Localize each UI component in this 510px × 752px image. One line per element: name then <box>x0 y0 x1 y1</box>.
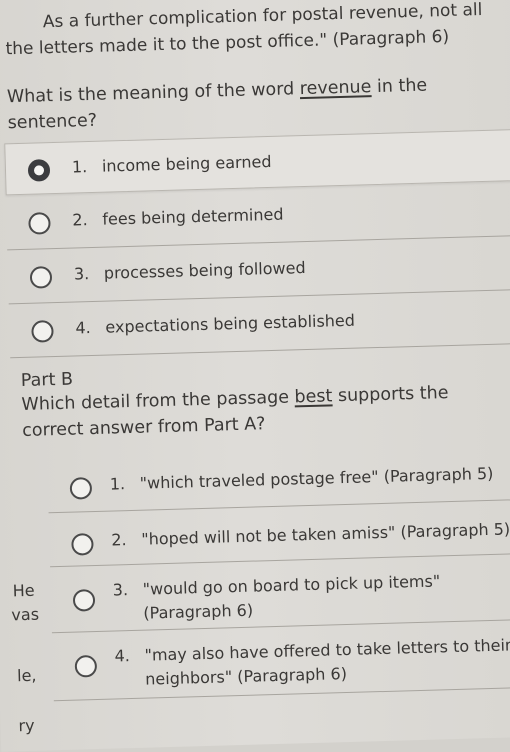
option-label: expectations being established <box>105 310 356 337</box>
part-a-question-post: in the <box>371 75 428 98</box>
option-number: 4. <box>114 646 131 666</box>
option-number: 3. <box>73 264 90 284</box>
part-a-question-line-2: sentence? <box>7 110 98 134</box>
option-label: "which traveled postage free" (Paragraph… <box>139 463 494 493</box>
radio-selected-icon[interactable] <box>27 159 51 182</box>
option-label-line-2: (Paragraph 6) <box>143 600 254 623</box>
part-a-question-pre: What is the meaning of the word <box>6 79 301 108</box>
part-b-option-3[interactable]: 3. "would go on board to pick up items" … <box>50 555 510 631</box>
intro-line-2: the letters made it to the post office."… <box>5 26 450 60</box>
part-b-option-4[interactable]: 4. "may also have offered to take letter… <box>52 621 510 699</box>
option-number: 4. <box>75 318 91 338</box>
radio-icon[interactable] <box>31 320 54 343</box>
part-b-question-pre: Which detail from the passage <box>21 387 295 415</box>
option-number: 2. <box>111 530 127 550</box>
part-b-question-line-2: correct answer from Part A? <box>21 414 266 441</box>
margin-fragment: He <box>12 580 35 601</box>
worksheet-page: As a further complication for postal rev… <box>0 0 510 752</box>
radio-icon[interactable] <box>71 533 94 556</box>
option-label-line-2: neighbors" (Paragraph 6) <box>144 664 348 689</box>
part-a-question-keyword: revenue <box>299 77 372 100</box>
option-number: 2. <box>72 210 88 230</box>
option-label: "hoped will not be taken amiss" (Paragra… <box>141 519 510 549</box>
margin-fragment: le, <box>16 665 37 686</box>
part-b-question-post: supports the <box>332 383 449 407</box>
radio-icon[interactable] <box>74 655 98 678</box>
option-number: 3. <box>112 580 129 600</box>
part-b-question-line-1: Which detail from the passage best suppo… <box>21 383 449 415</box>
option-label: income being earned <box>101 151 272 176</box>
radio-icon[interactable] <box>69 477 93 500</box>
option-label: processes being followed <box>103 258 306 283</box>
part-b-question-keyword: best <box>294 386 333 408</box>
option-number: 1. <box>71 157 88 177</box>
option-label: fees being determined <box>102 204 284 229</box>
radio-icon[interactable] <box>29 266 53 289</box>
radio-icon[interactable] <box>72 589 96 612</box>
part-b-option-1[interactable]: 1. "which traveled postage free" (Paragr… <box>47 437 510 503</box>
option-label-line-1: "may also have offered to take letters t… <box>144 635 510 665</box>
part-a-question-line-1: What is the meaning of the word revenue … <box>7 76 428 108</box>
option-number: 1. <box>109 474 126 494</box>
margin-fragment: ry <box>18 715 35 736</box>
option-label-line-1: "would go on board to pick up items" <box>142 571 441 599</box>
radio-icon[interactable] <box>28 212 51 235</box>
margin-fragment: vas <box>11 604 40 625</box>
part-b-title: Part B <box>20 369 74 392</box>
